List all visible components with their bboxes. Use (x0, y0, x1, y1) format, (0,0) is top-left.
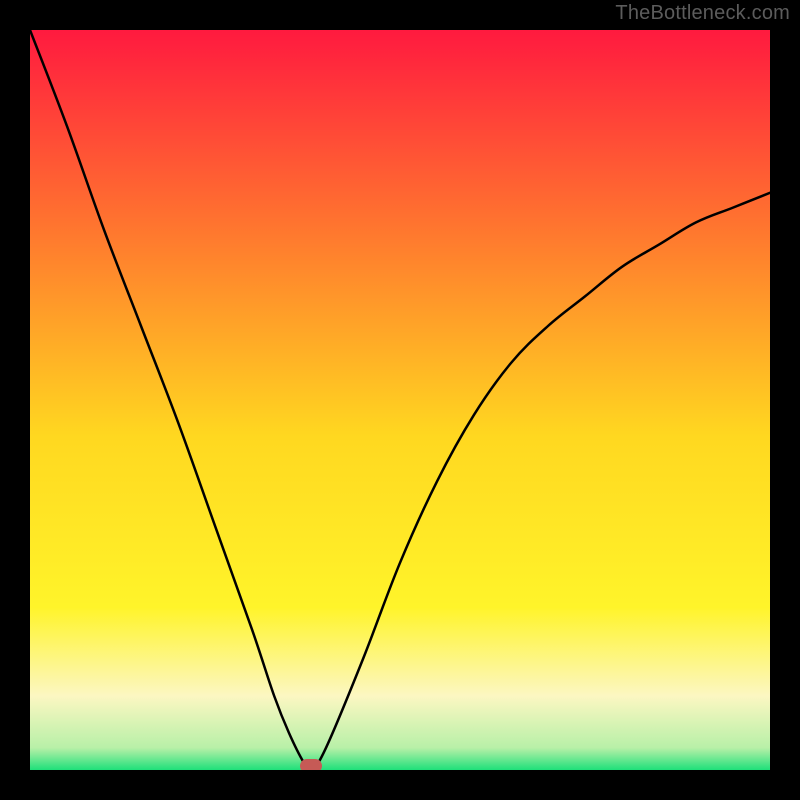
bottleneck-curve (30, 30, 770, 770)
chart-frame (30, 30, 770, 770)
watermark-text: TheBottleneck.com (615, 2, 790, 25)
optimal-point-marker (300, 759, 322, 770)
